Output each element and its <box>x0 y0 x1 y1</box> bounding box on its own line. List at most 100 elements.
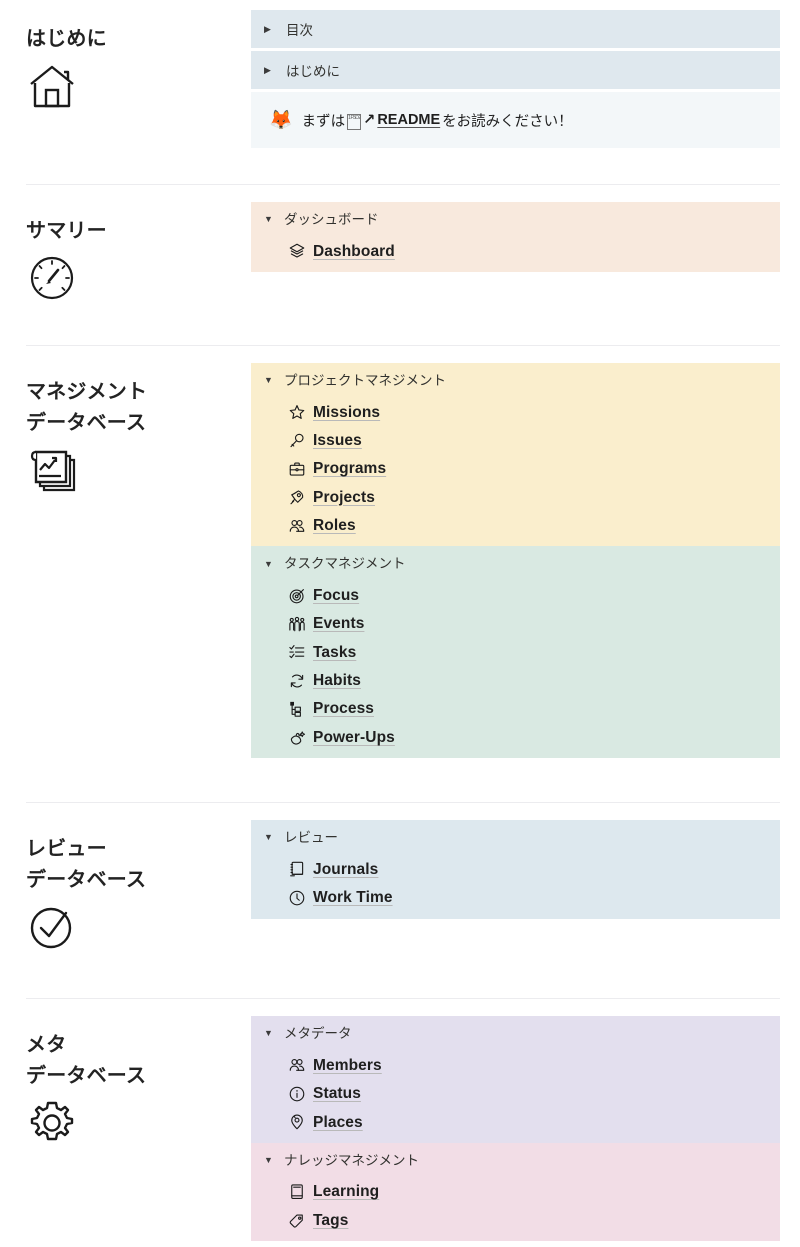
tag-icon <box>287 1211 306 1230</box>
info-icon <box>287 1084 306 1103</box>
list-item[interactable]: Power-Ups <box>251 724 780 758</box>
group-header-review-group[interactable]: ▼ レビュー <box>251 820 780 856</box>
section-meta-title: メタ データベース <box>26 1034 147 1088</box>
list-item[interactable]: Projects <box>251 484 780 512</box>
list-item-label[interactable]: Tasks <box>313 643 356 662</box>
repeat-icon <box>287 671 306 690</box>
list-item[interactable]: Programs <box>251 455 780 483</box>
group-header-dashboard-group[interactable]: ▼ ダッシュボード <box>251 202 780 238</box>
section-summary: サマリー ▼ ダッシュボード Dashboard <box>0 184 800 345</box>
readme-callout: 🦊 まずは 1F5D2 ↗ README をお読みください！ <box>251 92 780 148</box>
people-icon <box>287 516 306 535</box>
group-heading-label: タスクマネジメント <box>284 556 406 572</box>
list-item[interactable]: Learning <box>251 1178 780 1206</box>
page-root: はじめに ▶ 目次 ▶ はじめに 🦊 まずは 1F5D2 ↗ README をお… <box>0 0 800 1247</box>
target-icon <box>287 586 306 605</box>
callout-text-after: をお読みください！ <box>442 113 573 130</box>
group-heading-label: プロジェクトマネジメント <box>284 373 446 388</box>
list-item[interactable]: Journals <box>251 856 780 884</box>
readme-callout-text: まずは 1F5D2 ↗ README をお読みください！ <box>302 110 573 131</box>
house-icon <box>26 60 78 112</box>
list-item[interactable]: Tags <box>251 1207 780 1241</box>
list-item-label[interactable]: Events <box>313 614 364 633</box>
expanded-caret-icon[interactable]: ▼ <box>264 1029 274 1038</box>
people-icon <box>287 1056 306 1075</box>
collapsed-caret-icon[interactable]: ▶ <box>264 24 274 34</box>
list-item-label[interactable]: Work Time <box>313 888 393 907</box>
notebook-icon <box>287 860 306 879</box>
list-item[interactable]: Roles <box>251 512 780 546</box>
expanded-caret-icon[interactable]: ▼ <box>264 215 274 224</box>
group-header-project-management-group[interactable]: ▼ プロジェクトマネジメント <box>251 363 780 399</box>
expanded-caret-icon[interactable]: ▼ <box>264 833 274 842</box>
section-intro-content: ▶ 目次 ▶ はじめに 🦊 まずは 1F5D2 ↗ README をお読みくださ… <box>251 10 800 148</box>
readme-link[interactable]: README <box>377 112 440 128</box>
section-intro-title: はじめに <box>26 28 107 50</box>
expanded-caret-icon[interactable]: ▼ <box>264 1156 274 1165</box>
check-circle-icon <box>26 901 78 953</box>
layers-icon <box>287 242 306 261</box>
list-item[interactable]: Focus <box>251 582 780 610</box>
section-meta-left: メタ データベース <box>0 1016 251 1150</box>
toc-row-label: 目次 <box>286 23 313 38</box>
list-item[interactable]: Dashboard <box>251 238 780 272</box>
list-item-label[interactable]: Focus <box>313 586 359 605</box>
list-item-label[interactable]: Power-Ups <box>313 728 395 747</box>
list-item[interactable]: Work Time <box>251 884 780 918</box>
list-item[interactable]: Tasks <box>251 639 780 667</box>
section-summary-left: サマリー <box>0 202 251 305</box>
expanded-caret-icon[interactable]: ▼ <box>264 559 274 569</box>
list-item-label[interactable]: Learning <box>313 1182 379 1201</box>
list-item-label[interactable]: Missions <box>313 403 380 422</box>
list-item-label[interactable]: Issues <box>313 431 362 450</box>
list-item-label[interactable]: Programs <box>313 459 386 478</box>
group-header-metadata-group[interactable]: ▼ メタデータ <box>251 1016 780 1052</box>
list-item[interactable]: Status <box>251 1080 780 1108</box>
expanded-caret-icon[interactable]: ▼ <box>264 376 274 385</box>
group-project-management-group: ▼ プロジェクトマネジメント Missions Issues Programs … <box>251 363 780 547</box>
group-heading-label: ダッシュボード <box>284 212 379 227</box>
list-item[interactable]: Missions <box>251 399 780 427</box>
group-header-knowledge-management-group[interactable]: ▼ ナレッジマネジメント <box>251 1143 780 1179</box>
section-review-title: レビュー データベース <box>26 838 147 892</box>
list-item[interactable]: Events <box>251 610 780 638</box>
checklist-icon <box>287 643 306 662</box>
toc-row[interactable]: ▶ はじめに <box>251 51 780 89</box>
missing-glyph-icon: 1F5D2 <box>347 114 362 130</box>
book-icon <box>287 1183 306 1202</box>
group-metadata-group: ▼ メタデータ Members Status Places <box>251 1016 780 1143</box>
rocket-icon <box>287 488 306 507</box>
group-header-task-management-group[interactable]: ▼ タスクマネジメント <box>251 546 780 582</box>
list-item-label[interactable]: Places <box>313 1113 363 1132</box>
list-item[interactable]: Members <box>251 1052 780 1080</box>
list-item[interactable]: Places <box>251 1109 780 1143</box>
list-item-label[interactable]: Roles <box>313 516 356 535</box>
section-summary-title: サマリー <box>26 220 107 242</box>
collapsed-caret-icon[interactable]: ▶ <box>264 65 274 75</box>
list-item[interactable]: Process <box>251 695 780 723</box>
gauge-icon <box>26 252 78 304</box>
list-item[interactable]: Issues <box>251 427 780 455</box>
section-management-content: ▼ プロジェクトマネジメント Missions Issues Programs … <box>251 363 800 759</box>
section-management-emoji <box>0 443 251 497</box>
section-meta: メタ データベース ▼ メタデータ Members Status Places … <box>0 998 800 1247</box>
list-item-label[interactable]: Process <box>313 699 374 718</box>
hierarchy-icon <box>287 700 306 719</box>
star-icon <box>287 403 306 422</box>
group-heading-label: メタデータ <box>284 1026 352 1042</box>
list-item-label[interactable]: Status <box>313 1084 361 1103</box>
section-intro-emoji <box>0 59 251 113</box>
list-item-label[interactable]: Tags <box>313 1211 348 1230</box>
list-item-label[interactable]: Dashboard <box>313 242 395 261</box>
section-management: マネジメント データベース ▼ プロジェクトマネジメント Missions Is… <box>0 345 800 802</box>
list-item-label[interactable]: Habits <box>313 671 361 690</box>
magic-icon <box>287 728 306 747</box>
toc-row[interactable]: ▶ 目次 <box>251 10 780 48</box>
section-summary-content: ▼ ダッシュボード Dashboard <box>251 202 800 272</box>
list-item-label[interactable]: Journals <box>313 860 378 879</box>
list-item-label[interactable]: Projects <box>313 488 375 507</box>
group-heading-label: ナレッジマネジメント <box>284 1152 419 1168</box>
list-item[interactable]: Habits <box>251 667 780 695</box>
section-management-left: マネジメント データベース <box>0 363 251 497</box>
list-item-label[interactable]: Members <box>313 1056 382 1075</box>
